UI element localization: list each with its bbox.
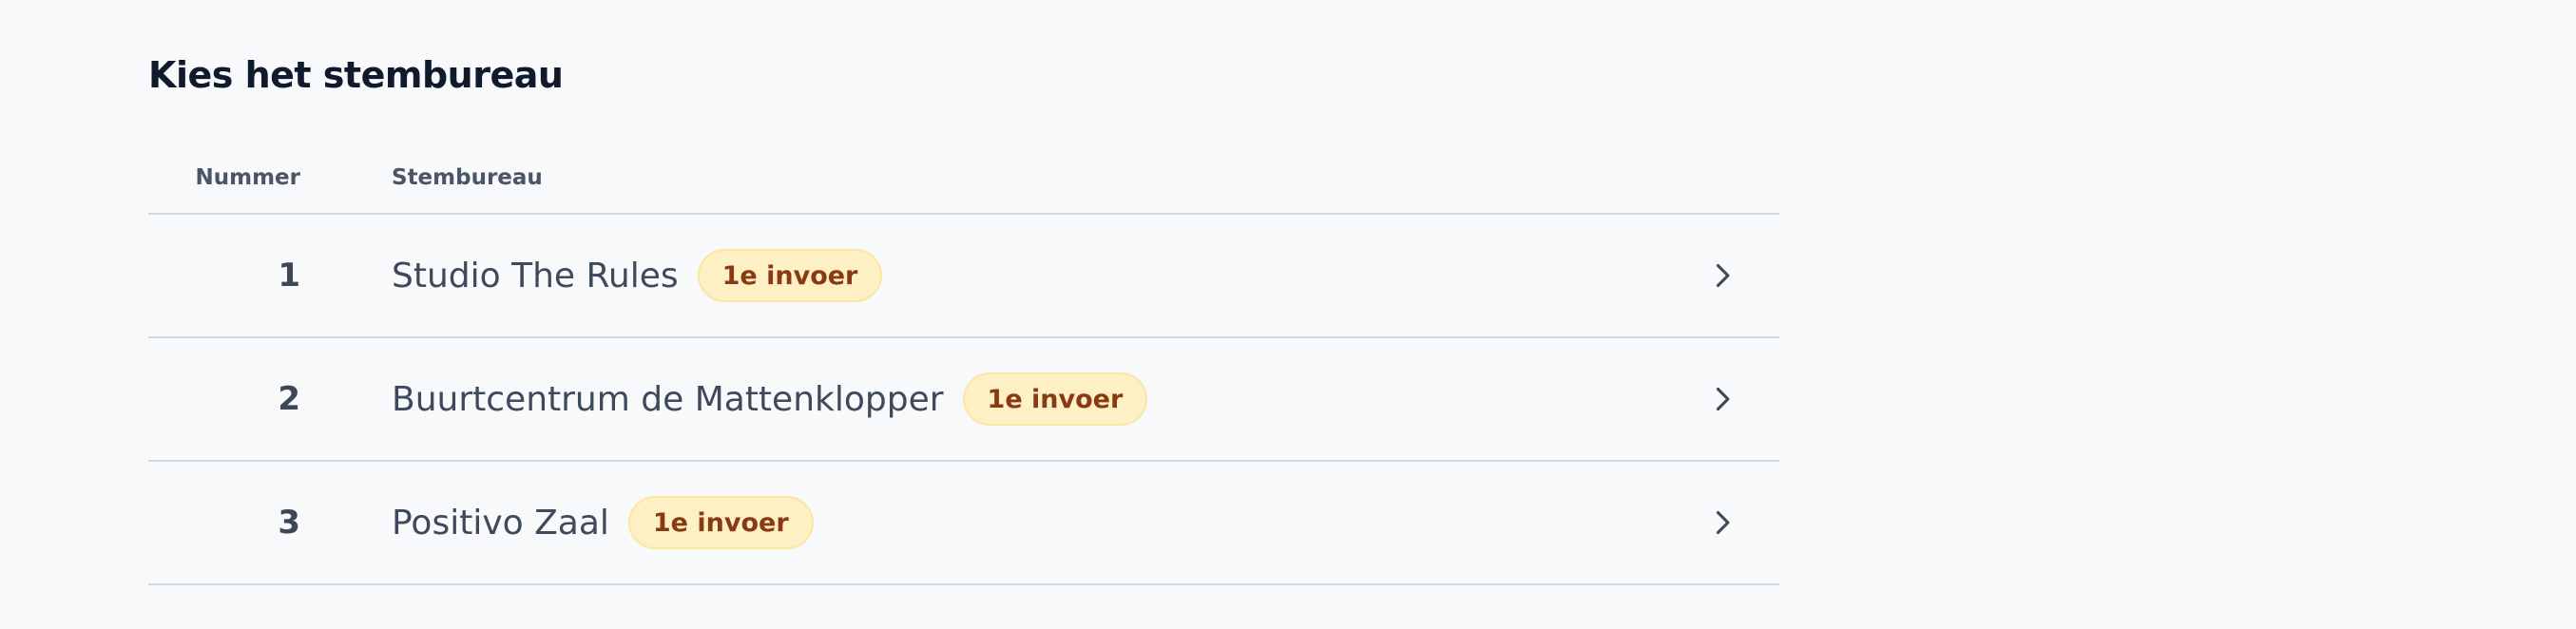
- station-name-cell: Studio The Rules 1e invoer: [392, 249, 1694, 302]
- column-header-name: Stembureau: [392, 165, 543, 190]
- table-row[interactable]: 3 Positivo Zaal 1e invoer: [148, 462, 1779, 585]
- status-badge: 1e invoer: [962, 372, 1148, 426]
- chevron-right-icon[interactable]: [1694, 247, 1751, 304]
- table-header: Nummer Stembureau: [148, 143, 1779, 215]
- status-badge: 1e invoer: [697, 249, 883, 302]
- station-number: 3: [278, 504, 300, 542]
- station-name: Buurtcentrum de Mattenklopper: [392, 379, 944, 419]
- station-number: 2: [278, 380, 300, 418]
- station-name: Positivo Zaal: [392, 503, 609, 543]
- polling-station-table: Nummer Stembureau 1 Studio The Rules 1e …: [148, 143, 1779, 585]
- page: Kies het stembureau Nummer Stembureau 1 …: [0, 0, 2576, 629]
- station-name-cell: Positivo Zaal 1e invoer: [392, 496, 1694, 549]
- column-header-number: Nummer: [195, 165, 301, 190]
- station-number: 1: [278, 257, 300, 295]
- table-row[interactable]: 2 Buurtcentrum de Mattenklopper 1e invoe…: [148, 338, 1779, 462]
- page-title: Kies het stembureau: [148, 54, 564, 96]
- status-badge: 1e invoer: [627, 496, 814, 549]
- chevron-right-icon[interactable]: [1694, 371, 1751, 428]
- chevron-right-icon[interactable]: [1694, 494, 1751, 551]
- station-name-cell: Buurtcentrum de Mattenklopper 1e invoer: [392, 372, 1694, 426]
- station-name: Studio The Rules: [392, 256, 679, 295]
- table-row[interactable]: 1 Studio The Rules 1e invoer: [148, 215, 1779, 338]
